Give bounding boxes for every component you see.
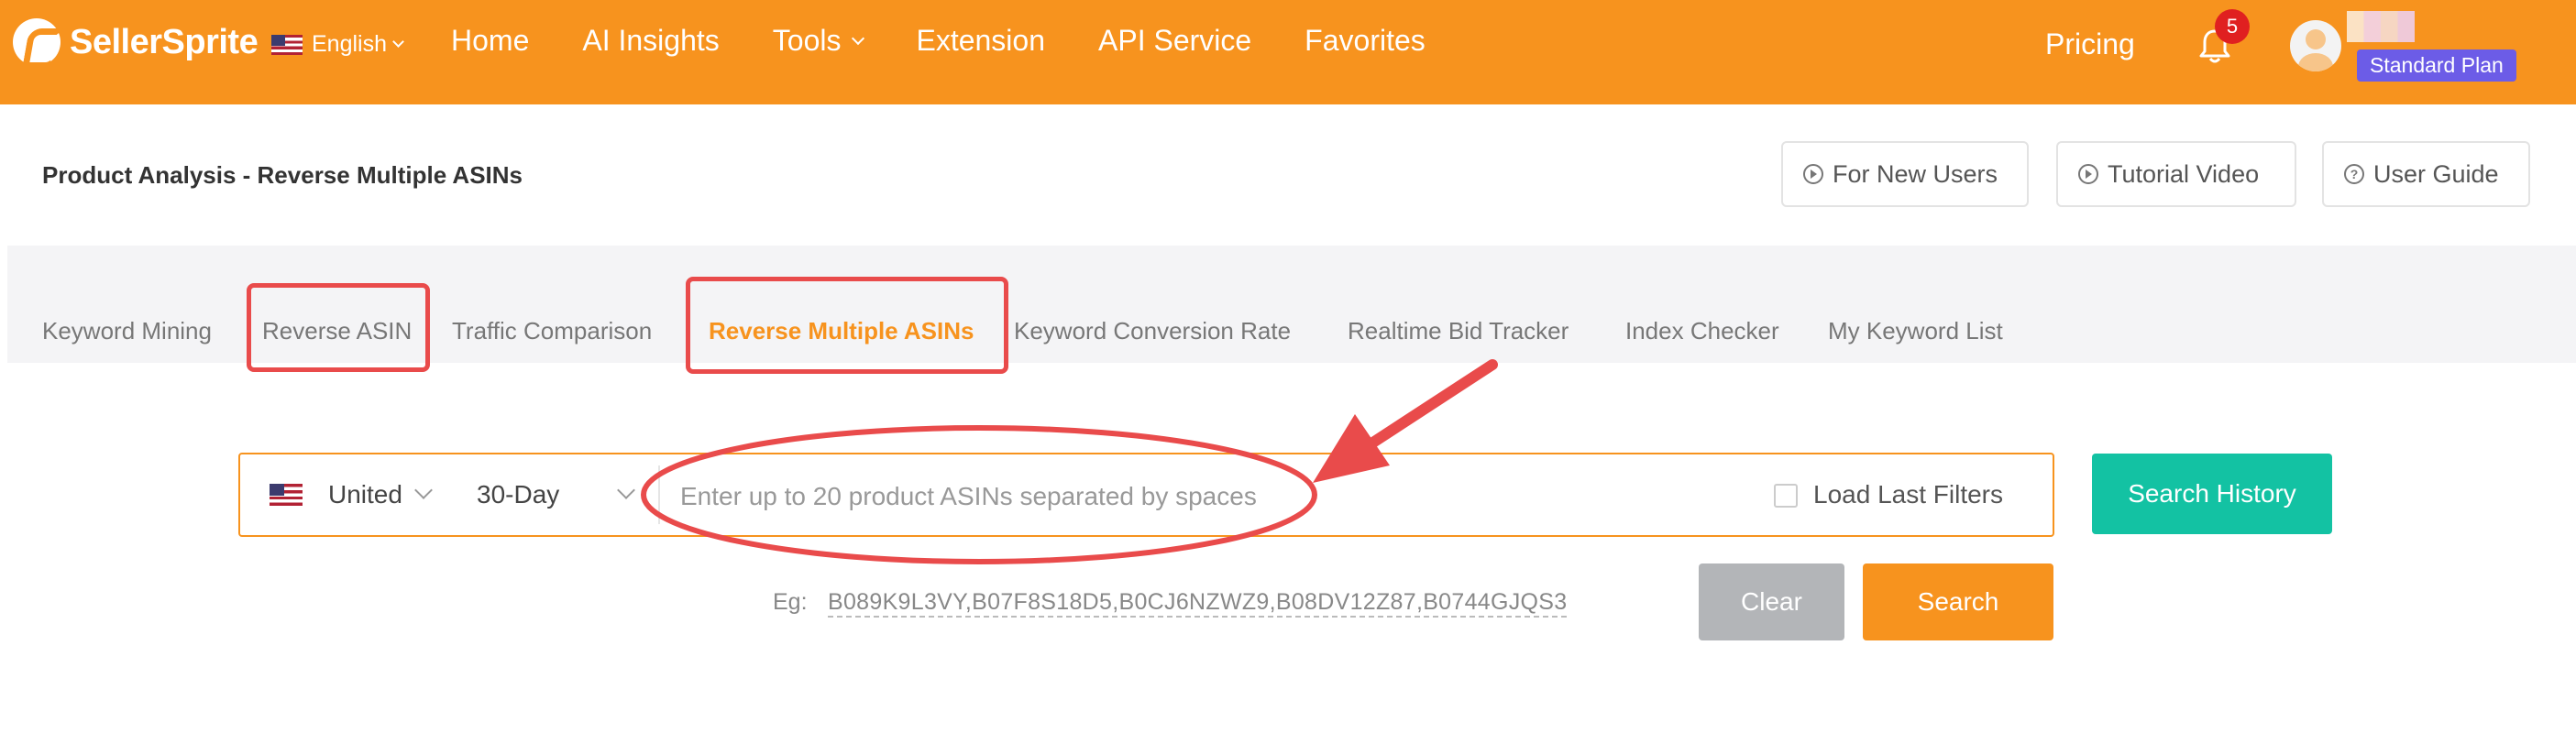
load-last-filters-label[interactable]: Load Last Filters [1813,480,2003,509]
nav-tools[interactable]: Tools [772,24,865,58]
search-history-button[interactable]: Search History [2092,454,2332,534]
user-guide-label: User Guide [2373,159,2499,188]
sellersprite-logo[interactable]: SellerSprite [13,18,259,66]
main-nav: Home AI Insights Tools Extension API Ser… [451,24,1479,58]
example-asins-link[interactable]: B089K9L3VY,B07F8S18D5,B0CJ6NZWZ9,B08DV12… [828,589,1568,618]
example-label: Eg: [773,589,808,615]
tutorial-video-button[interactable]: Tutorial Video [2056,141,2296,207]
nav-extension[interactable]: Extension [916,24,1045,58]
us-flag-icon [270,484,303,506]
tab-index-checker[interactable]: Index Checker [1625,317,1779,345]
annotation-arrow-shaft [1360,359,1498,453]
nav-home[interactable]: Home [451,24,529,58]
tutorial-video-label: Tutorial Video [2108,159,2260,188]
for-new-users-button[interactable]: For New Users [1781,141,2029,207]
period-select[interactable]: 30-Day [477,480,559,509]
page-title: Product Analysis - Reverse Multiple ASIN… [42,161,523,189]
tab-keyword-mining[interactable]: Keyword Mining [42,317,212,345]
language-label: English [312,31,387,57]
load-last-filters-checkbox[interactable] [1774,484,1798,508]
play-icon [1803,164,1823,184]
nav-favorites[interactable]: Favorites [1305,24,1426,58]
language-selector[interactable]: English [271,31,404,58]
username-redacted [2347,11,2415,42]
play-icon [2078,164,2098,184]
notification-badge: 5 [2215,9,2250,44]
tab-realtime-bid-tracker[interactable]: Realtime Bid Tracker [1348,317,1569,345]
plan-badge[interactable]: Standard Plan [2357,49,2516,82]
logo-mark-icon [13,18,61,66]
nav-ai-insights[interactable]: AI Insights [582,24,719,58]
for-new-users-label: For New Users [1833,159,1998,188]
brand-name: SellerSprite [70,22,259,61]
us-flag-icon [271,34,303,55]
avatar[interactable] [2290,20,2341,71]
user-guide-button[interactable]: ? User Guide [2322,141,2530,207]
nav-api-service[interactable]: API Service [1098,24,1251,58]
marketplace-select[interactable]: United [328,480,402,509]
chevron-down-icon [852,31,865,45]
annotation-highlight-reverse-asin [247,283,430,372]
nav-pricing[interactable]: Pricing [2045,27,2135,61]
clear-button[interactable]: Clear [1699,563,1844,640]
chevron-down-icon [392,36,404,48]
question-icon: ? [2344,164,2364,184]
annotation-highlight-reverse-multiple-asins [686,277,1008,374]
asin-input[interactable] [680,471,1725,522]
search-divider [658,465,660,524]
tab-keyword-conversion-rate[interactable]: Keyword Conversion Rate [1014,317,1291,345]
tab-traffic-comparison[interactable]: Traffic Comparison [452,317,652,345]
tab-my-keyword-list[interactable]: My Keyword List [1828,317,2003,345]
nav-tools-label: Tools [772,24,842,57]
search-button[interactable]: Search [1863,563,2053,640]
